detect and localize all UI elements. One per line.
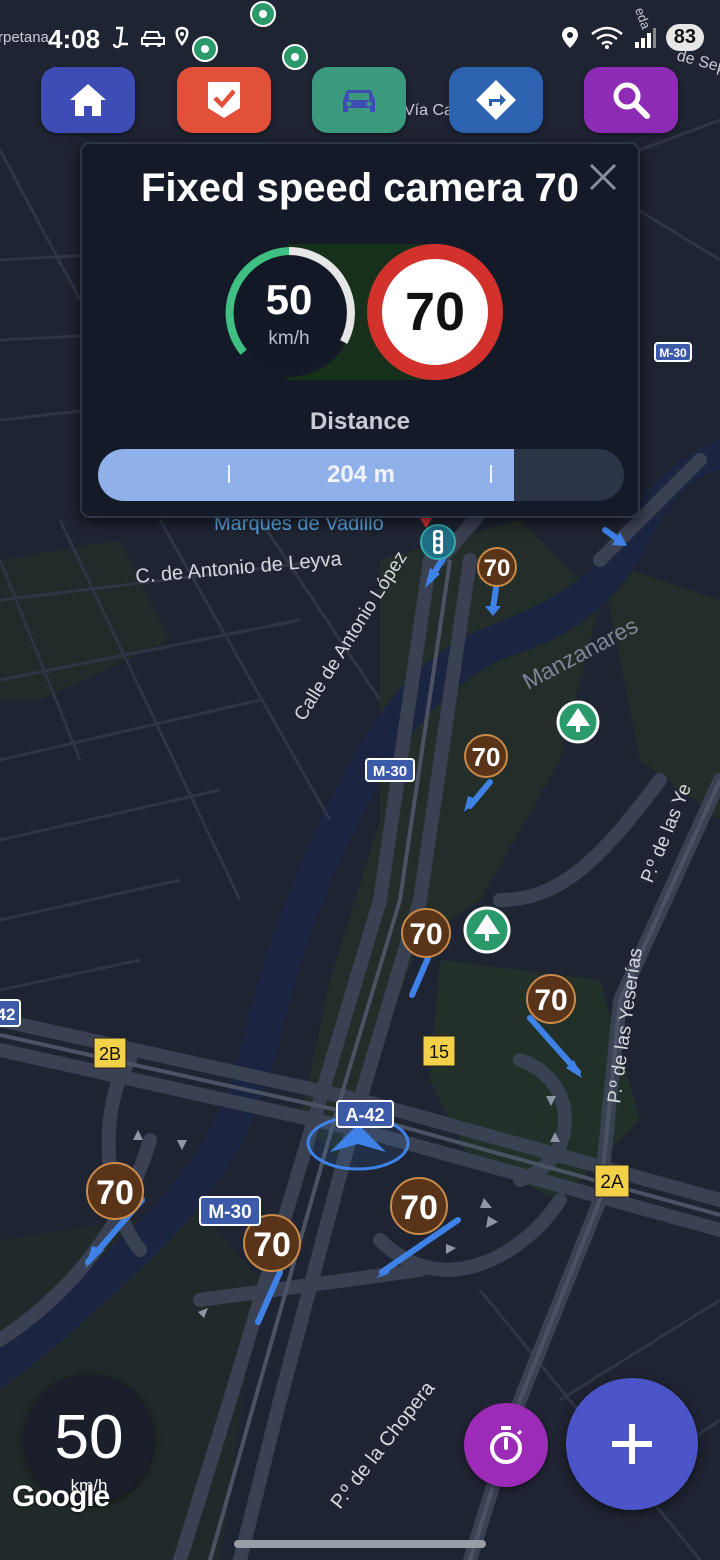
exit-badge-2b: 2B <box>93 1037 127 1069</box>
svg-text:70: 70 <box>253 1226 291 1264</box>
road-badge-m30-center: M-30 <box>365 758 415 782</box>
speed-marker-4[interactable]: 70 <box>526 974 576 1024</box>
current-speed-unit: km/h <box>268 328 310 349</box>
speed-limit-sign: 70 <box>367 244 503 380</box>
car-button[interactable] <box>312 67 406 133</box>
speed-marker-5[interactable]: 70 <box>86 1162 144 1220</box>
svg-text:A-42: A-42 <box>345 1105 384 1125</box>
svg-text:15: 15 <box>429 1042 449 1062</box>
exit-badge-15: 15 <box>422 1035 456 1067</box>
current-speed-value: 50 <box>265 276 313 323</box>
current-speed-gauge: 50 km/h <box>220 244 358 382</box>
search-button[interactable] <box>584 67 678 133</box>
scooter-icon <box>112 26 189 49</box>
google-logo: Google <box>12 1480 110 1513</box>
svg-text:M-30: M-30 <box>659 346 687 360</box>
screen: 70 70 70 70 70 70 70 M-30 M-30 M-30 A-42… <box>0 0 720 1560</box>
svg-text:2A: 2A <box>600 1172 624 1193</box>
notification-icons <box>112 26 192 56</box>
directions-icon <box>476 80 516 120</box>
close-icon[interactable] <box>588 162 618 192</box>
speed-marker-7[interactable]: 70 <box>390 1177 448 1235</box>
svg-text:42: 42 <box>0 1005 15 1024</box>
svg-text:70: 70 <box>472 742 501 772</box>
road-badge-m30-right: M-30 <box>654 342 692 362</box>
road-badge-a42-left: 42 <box>0 999 21 1027</box>
top-toolbar <box>0 67 720 135</box>
location-icon <box>561 26 578 48</box>
speed-limit-value: 70 <box>404 282 466 342</box>
home-button[interactable] <box>41 67 135 133</box>
svg-text:2B: 2B <box>99 1044 121 1064</box>
svg-text:70: 70 <box>484 555 511 582</box>
car-icon <box>343 90 375 112</box>
svg-text:M-30: M-30 <box>373 763 407 780</box>
svg-text:M-30: M-30 <box>208 1202 251 1223</box>
shield-check-icon <box>208 82 240 118</box>
status-bar: 4:08 83 <box>0 0 720 72</box>
distance-progress-fill <box>98 449 514 501</box>
alert-title: Fixed speed camera 70 <box>140 166 580 210</box>
speed-marker-2[interactable]: 70 <box>464 734 508 778</box>
add-button[interactable] <box>566 1378 698 1510</box>
status-time: 4:08 <box>48 24 101 54</box>
progress-tick <box>228 465 230 483</box>
home-icon <box>70 84 106 116</box>
directions-button[interactable] <box>449 67 543 133</box>
svg-text:70: 70 <box>534 984 567 1017</box>
signal-icon <box>634 27 656 48</box>
svg-text:70: 70 <box>400 1189 438 1227</box>
road-badge-a42: A-42 <box>336 1100 394 1128</box>
home-indicator[interactable] <box>234 1540 486 1548</box>
speed-camera-alert: Fixed speed camera 70 50 km/h 70 Distanc… <box>80 142 640 518</box>
speed-marker-3[interactable]: 70 <box>401 908 451 958</box>
progress-tick <box>490 465 492 483</box>
checklist-button[interactable] <box>177 67 271 133</box>
svg-text:70: 70 <box>409 918 442 951</box>
stopwatch-icon <box>490 1426 523 1464</box>
exit-badge-2a: 2A <box>594 1164 630 1198</box>
timer-button[interactable] <box>464 1403 548 1487</box>
status-right: 83 <box>560 24 704 51</box>
battery-indicator: 83 <box>665 24 704 51</box>
speedometer-value: 50 <box>54 1403 124 1472</box>
distance-label: Distance <box>309 408 411 435</box>
speed-marker-1[interactable]: 70 <box>477 547 517 587</box>
plus-icon <box>612 1424 652 1464</box>
search-icon <box>613 82 650 119</box>
distance-progress-bar: 204 m <box>98 449 624 501</box>
svg-text:70: 70 <box>96 1174 134 1212</box>
wifi-icon <box>590 26 623 49</box>
road-badge-m30-bottom: M-30 <box>199 1196 261 1226</box>
